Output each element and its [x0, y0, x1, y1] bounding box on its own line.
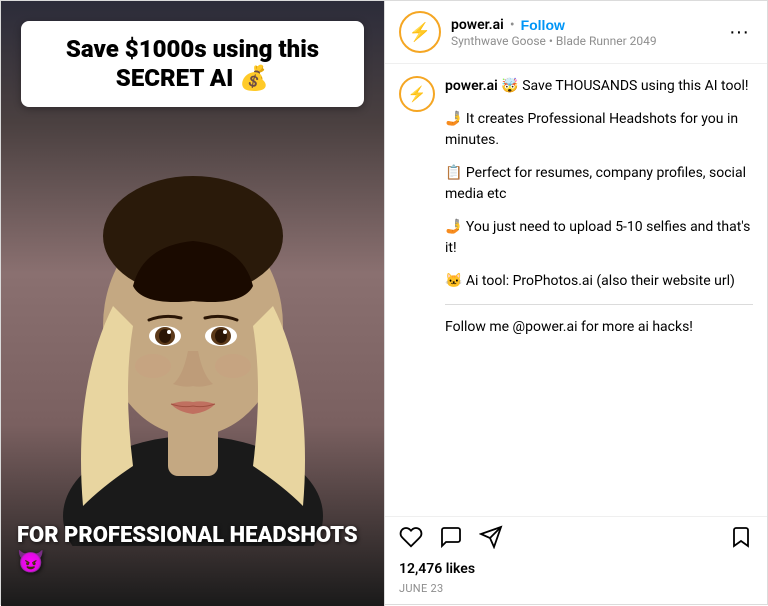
header-info: power.ai • Follow Synthwave Goose • Blad… [451, 17, 715, 48]
post-actions [385, 516, 767, 557]
follow-button[interactable]: Follow [521, 17, 565, 33]
bookmark-button[interactable] [729, 525, 753, 549]
bookmark-icon [729, 525, 753, 549]
like-button[interactable] [399, 525, 423, 549]
caption-line-3: 📋 Perfect for resumes, company profiles,… [445, 157, 753, 205]
media-top-text: Save $1000s using this SECRET AI 💰 [21, 21, 364, 107]
caption-line-4: 🤳 You just need to upload 5-10 selfies a… [445, 211, 753, 259]
username[interactable]: power.ai [451, 17, 504, 33]
send-icon [479, 525, 503, 549]
post-meta: 12,476 likes JUNE 23 [385, 557, 767, 606]
caption-divider [445, 304, 753, 305]
post-date: JUNE 23 [399, 582, 444, 595]
caption-text: power.ai 🤯 Save THOUSANDS using this AI … [445, 76, 753, 338]
post-body: ⚡ power.ai 🤯 Save THOUSANDS using this A… [385, 64, 767, 516]
caption-line-6: Follow me @power.ai for more ai hacks! [445, 317, 753, 338]
caption-avatar[interactable]: ⚡ [399, 76, 435, 112]
caption-row: ⚡ power.ai 🤯 Save THOUSANDS using this A… [399, 76, 753, 338]
post-header: ⚡ power.ai • Follow Synthwave Goose • Bl… [385, 1, 767, 64]
caption-bolt-icon: ⚡ [408, 85, 427, 103]
bolt-icon: ⚡ [409, 22, 431, 43]
profile-avatar[interactable]: ⚡ [399, 11, 441, 53]
person-image [53, 86, 333, 546]
caption-line-2: 🤳 It creates Professional Headshots for … [445, 103, 753, 151]
caption-line-1: 🤯 Save THOUSANDS using this AI tool! [501, 78, 748, 94]
content-panel: ⚡ power.ai • Follow Synthwave Goose • Bl… [384, 1, 767, 606]
media-panel: Save $1000s using this SECRET AI 💰 FOR P… [1, 1, 384, 606]
dot-separator: • [510, 17, 515, 33]
header-subtitle: Synthwave Goose • Blade Runner 2049 [451, 34, 715, 48]
comment-icon [439, 525, 463, 549]
header-top-row: power.ai • Follow [451, 17, 715, 33]
heart-icon [399, 525, 423, 549]
caption-line-5: 🐱 Ai tool: ProPhotos.ai (also their webs… [445, 265, 753, 292]
comment-button[interactable] [439, 525, 463, 549]
share-button[interactable] [479, 525, 503, 549]
media-bottom-text: FOR PROFESSIONAL HEADSHOTS 😈 [17, 523, 368, 576]
caption-username[interactable]: power.ai [445, 78, 498, 94]
more-options-button[interactable]: ··· [725, 22, 753, 42]
likes-count: 12,476 likes [399, 561, 753, 577]
